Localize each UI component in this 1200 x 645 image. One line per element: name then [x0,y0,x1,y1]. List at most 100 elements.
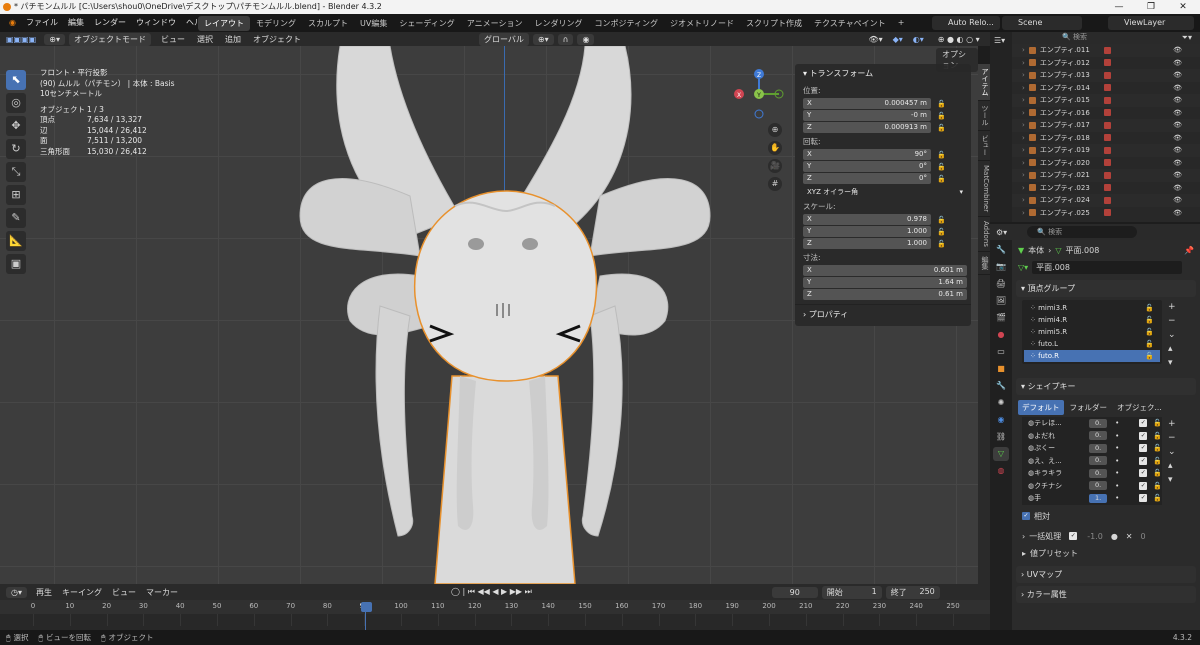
outliner-item[interactable]: › エンプティ.016 👁 [1012,107,1200,120]
filter-icon[interactable]: ⏷▾ [1182,33,1192,43]
lock-icon[interactable]: 🔓 [1145,328,1154,336]
material-tab-icon[interactable]: ◍ [993,464,1009,478]
pin-icon[interactable]: 📌 [1184,246,1194,255]
shape-key-value[interactable]: 0. [1089,468,1108,478]
tab-compositing[interactable]: コンポジティング [588,16,664,31]
shape-key-value[interactable]: 1. [1089,493,1108,503]
shape-key-item[interactable]: ◍ ぷくー 0. • ✓ 🔓 [1022,442,1162,455]
expand-arrow-icon[interactable]: › [1022,96,1025,104]
rotate-tool-icon[interactable]: ↻ [6,139,26,159]
menu-keying[interactable]: キーイング [62,587,102,598]
dimension-x-field[interactable]: X 0.601 m [803,265,967,276]
lock-icon[interactable]: 🔓 [937,112,946,120]
expand-arrow-icon[interactable]: › [1022,109,1025,117]
sk-object-button[interactable]: オブジェク... [1113,400,1166,415]
lock-icon[interactable]: 🔓 [937,216,946,224]
outliner-editor-icon[interactable]: ☰▾ [990,32,1012,49]
character-model[interactable] [280,46,720,584]
vg-move-down-icon[interactable]: ▾ [1168,356,1176,370]
eye-icon[interactable]: 👁 [1173,46,1182,54]
lock-icon[interactable]: 🔓 [1153,494,1162,502]
rotation-mode-dropdown[interactable]: XYZ オイラー角 ▾ [803,187,967,198]
proportional-toggle[interactable]: ◉ [577,33,595,45]
add-shape-key-button[interactable]: + [1168,417,1176,431]
shape-key-value[interactable]: 0. [1089,456,1108,466]
expand-arrow-icon[interactable]: › [1022,121,1025,129]
blender-menu-icon[interactable]: ◉ [4,18,21,27]
menu-window[interactable]: ウィンドウ [131,17,181,28]
shape-key-value[interactable]: 0. [1089,481,1108,491]
sk-move-up-icon[interactable]: ▴ [1168,459,1176,473]
lock-icon[interactable]: 🔓 [1153,457,1162,465]
batch-value[interactable]: -1.0 [1087,532,1103,541]
properties-editor-icon[interactable]: ⚙▾ [996,228,1007,237]
vertex-group-item[interactable]: ⁘ mimi3.R 🔓 [1024,302,1160,314]
menu-select[interactable]: 選択 [197,34,213,45]
shape-key-mute-checkbox[interactable]: ✓ [1139,494,1148,503]
eye-icon[interactable]: 👁 [1173,84,1182,92]
visibility-icon[interactable]: 👁▾ [868,35,882,44]
sk-folder-button[interactable]: フォルダー [1066,400,1112,415]
eye-icon[interactable]: 👁 [1173,171,1182,179]
shape-key-mute-checkbox[interactable]: ✓ [1139,444,1148,453]
outliner-item[interactable]: › エンプティ.011 👁 [1012,44,1200,57]
shape-key-value[interactable]: 0. [1089,443,1108,453]
expand-arrow-icon[interactable]: › [1022,59,1025,67]
lock-icon[interactable]: 🔓 [937,100,946,108]
vg-move-up-icon[interactable]: ▴ [1168,342,1176,356]
eye-icon[interactable]: 👁 [1173,96,1182,104]
tab-texture-paint[interactable]: テクスチャペイント [808,16,892,31]
shape-key-value[interactable]: 0. [1089,418,1108,428]
remove-vertex-group-button[interactable]: − [1168,314,1176,328]
vg-menu-icon[interactable]: ⌄ [1168,328,1176,342]
lock-icon[interactable]: 🔓 [1145,316,1154,324]
color-attributes-header[interactable]: › カラー属性 [1016,585,1196,603]
snap-toggle[interactable]: ∩ [557,33,574,45]
eye-icon[interactable]: 👁 [1173,109,1182,117]
lock-icon[interactable]: 🔓 [1145,352,1154,360]
menu-timeline-view[interactable]: ビュー [112,587,136,598]
menu-view[interactable]: ビュー [161,34,185,45]
zoom-icon[interactable]: ⊕ [768,123,782,137]
outliner-item[interactable]: › エンプティ.015 👁 [1012,94,1200,107]
add-cube-tool-icon[interactable]: ▣ [6,254,26,274]
tab-layout[interactable]: レイアウト [198,16,250,31]
location-y-field[interactable]: Y -0 m [803,110,931,121]
outliner-item[interactable]: › エンプティ.019 👁 [1012,144,1200,157]
eye-icon[interactable]: 👁 [1173,134,1182,142]
outliner-item[interactable]: › エンプティ.020 👁 [1012,157,1200,170]
tab-matcombiner[interactable]: MatCombiner [978,161,990,218]
menu-add[interactable]: 追加 [225,34,241,45]
eye-icon[interactable]: 👁 [1173,59,1182,67]
outliner-item[interactable]: › エンプティ.018 👁 [1012,132,1200,145]
lock-icon[interactable]: 🔓 [937,151,946,159]
batch-checkbox[interactable]: ✓ [1069,532,1078,540]
move-tool-icon[interactable]: ✥ [6,116,26,136]
lock-icon[interactable]: 🔓 [937,228,946,236]
scene-selector[interactable]: Scene [1002,16,1082,30]
expand-arrow-icon[interactable]: › [1022,71,1025,79]
eye-icon[interactable]: 👁 [1173,71,1182,79]
lock-icon[interactable]: 🔓 [1153,419,1162,427]
shape-key-item[interactable]: ◍ キラキラ 0. • ✓ 🔓 [1022,467,1162,480]
tool-tab-icon[interactable]: 🔧 [993,243,1009,257]
properties-header[interactable]: › プロパティ [795,304,971,324]
mode-dropdown[interactable]: オブジェクトモード [68,32,151,46]
mesh-name-field[interactable]: 平面.008 [1032,261,1183,274]
physics-tab-icon[interactable]: ◉ [993,413,1009,427]
tab-sculpt[interactable]: スカルプト [302,16,354,31]
shape-key-item[interactable]: ◍ クチナシ 0. • ✓ 🔓 [1022,480,1162,493]
tab-scripting[interactable]: スクリプト作成 [740,16,808,31]
rotation-x-field[interactable]: X 90° [803,149,931,160]
lock-icon[interactable]: 🔓 [1145,304,1154,312]
uv-maps-header[interactable]: › UVマップ [1016,565,1196,583]
tab-addons[interactable]: Addons [978,217,990,252]
menu-edit[interactable]: 編集 [63,17,89,28]
playback-controls[interactable]: ◯ | ⏮ ◀◀ ◀ ▶ ▶▶ ⏭ [451,587,532,597]
shape-key-value[interactable]: 0. [1089,431,1108,441]
vertex-group-item[interactable]: ⁘ futo.L 🔓 [1024,338,1160,350]
output-tab-icon[interactable]: 🖨 [993,277,1009,291]
add-workspace-button[interactable]: + [892,16,911,31]
scale-tool-icon[interactable]: ⤡ [6,162,26,182]
sk-default-button[interactable]: デフォルト [1018,400,1064,415]
